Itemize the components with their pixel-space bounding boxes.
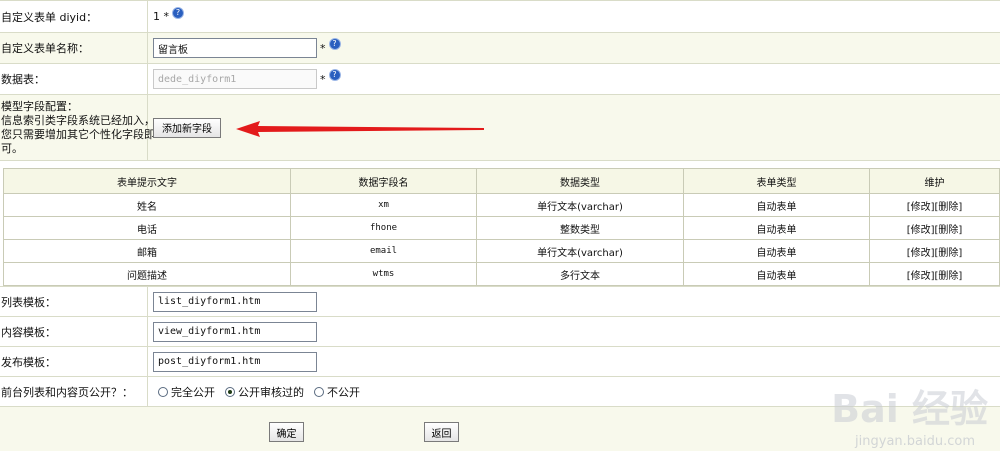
delete-link[interactable]: [删除] xyxy=(935,225,963,236)
delete-link[interactable]: [删除] xyxy=(935,271,963,282)
field-name-cell: fhone xyxy=(290,216,477,240)
list-template-value-wrap xyxy=(153,287,317,316)
watermark-url: jingyan.baidu.com xyxy=(855,434,975,449)
prompt-cell: 问题描述 xyxy=(3,262,291,286)
diyid-row: 自定义表单 diyid： 1 * ? xyxy=(0,0,1000,33)
required-mark: * xyxy=(320,72,326,86)
public-label: 前台列表和内容页公开？： xyxy=(0,377,148,406)
actions-cell: [修改][删除] xyxy=(869,239,1000,263)
radio-option-none[interactable]: 不公开 xyxy=(314,384,360,400)
table-row: 邮箱 email 单行文本(varchar) 自动表单 [修改][删除] xyxy=(3,239,1000,263)
radio-icon[interactable] xyxy=(158,386,168,397)
confirm-button[interactable]: 确定 xyxy=(269,422,304,442)
prompt-cell: 电话 xyxy=(3,216,291,240)
column-header: 表单类型 xyxy=(683,168,870,194)
radio-label: 不公开 xyxy=(327,385,360,399)
public-options: 完全公开 公开审核过的 不公开 xyxy=(158,377,370,406)
edit-link[interactable]: [修改] xyxy=(907,225,935,236)
prompt-cell: 邮箱 xyxy=(3,239,291,263)
radio-label: 完全公开 xyxy=(171,385,215,399)
view-template-label: 内容模板： xyxy=(0,317,148,346)
data-table-row: 数据表： * ? xyxy=(0,64,1000,95)
post-template-row: 发布模板： xyxy=(0,347,1000,377)
help-icon[interactable]: ? xyxy=(328,38,341,50)
column-header: 数据类型 xyxy=(476,168,684,194)
data-table-value-wrap: * ? xyxy=(153,64,341,94)
data-type-cell: 多行文本 xyxy=(476,262,684,286)
required-mark: * xyxy=(320,41,326,55)
data-type-cell: 整数类型 xyxy=(476,216,684,240)
radio-option-full[interactable]: 完全公开 xyxy=(158,384,215,400)
column-header: 表单提示文字 xyxy=(3,168,291,194)
form-type-cell: 自动表单 xyxy=(683,216,870,240)
data-table-input xyxy=(153,69,317,89)
diyid-value: 1 * xyxy=(153,10,169,23)
field-config-row: 模型字段配置： 信息索引类字段系统已经加入， 您只需要增加其它个性化字段即 可。… xyxy=(0,95,1000,161)
watermark-logo: Bai 经验 xyxy=(831,387,988,431)
field-name-cell: email xyxy=(290,239,477,263)
delete-link[interactable]: [删除] xyxy=(935,248,963,259)
diyid-value-wrap: 1 * ? xyxy=(153,1,184,32)
post-template-input[interactable] xyxy=(153,351,317,372)
post-template-value-wrap xyxy=(153,347,317,376)
help-icon[interactable]: ? xyxy=(172,6,184,19)
form-name-input[interactable] xyxy=(153,38,317,58)
radio-icon[interactable] xyxy=(314,386,324,397)
field-config-hint-3: 可。 xyxy=(1,141,23,155)
data-type-cell: 单行文本(varchar) xyxy=(476,239,684,263)
field-config-title: 模型字段配置： xyxy=(1,99,78,113)
back-button[interactable]: 返回 xyxy=(424,422,459,442)
actions-cell: [修改][删除] xyxy=(869,262,1000,286)
form-name-value-wrap: * ? xyxy=(153,33,341,63)
table-row: 姓名 xm 单行文本(varchar) 自动表单 [修改][删除] xyxy=(3,193,1000,217)
actions-cell: [修改][删除] xyxy=(869,216,1000,240)
field-name-cell: wtms xyxy=(290,262,477,286)
list-template-row: 列表模板： xyxy=(0,286,1000,317)
add-field-button[interactable]: 添加新字段 xyxy=(153,117,221,138)
field-config-value-wrap: 添加新字段 xyxy=(153,95,221,160)
field-name-cell: xm xyxy=(290,193,477,217)
view-template-value-wrap xyxy=(153,317,317,346)
table-row: 问题描述 wtms 多行文本 自动表单 [修改][删除] xyxy=(3,262,1000,286)
prompt-cell: 姓名 xyxy=(3,193,291,217)
list-template-input[interactable] xyxy=(153,291,317,312)
delete-link[interactable]: [删除] xyxy=(935,202,963,213)
field-config-label: 模型字段配置： 信息索引类字段系统已经加入， 您只需要增加其它个性化字段即 可。 xyxy=(0,95,155,160)
annotation-arrow-icon xyxy=(236,121,484,137)
radio-checked-icon[interactable] xyxy=(225,386,235,397)
view-template-input[interactable] xyxy=(153,321,317,342)
field-config-hint-1: 信息索引类字段系统已经加入， xyxy=(1,113,155,127)
fields-table-header: 表单提示文字 数据字段名 数据类型 表单类型 维护 xyxy=(3,168,1000,194)
diyid-label: 自定义表单 diyid： xyxy=(0,1,148,32)
field-config-hint-2: 您只需要增加其它个性化字段即 xyxy=(1,127,155,141)
form-type-cell: 自动表单 xyxy=(683,262,870,286)
column-header: 数据字段名 xyxy=(290,168,477,194)
form-type-cell: 自动表单 xyxy=(683,193,870,217)
fields-table: 表单提示文字 数据字段名 数据类型 表单类型 维护 姓名 xm 单行文本(var… xyxy=(3,168,1000,286)
post-template-label: 发布模板： xyxy=(0,347,148,376)
data-type-cell: 单行文本(varchar) xyxy=(476,193,684,217)
radio-label: 公开审核过的 xyxy=(238,385,304,399)
form-name-label: 自定义表单名称： xyxy=(0,33,148,63)
column-header: 维护 xyxy=(869,168,1000,194)
actions-cell: [修改][删除] xyxy=(869,193,1000,217)
view-template-row: 内容模板： xyxy=(0,317,1000,347)
edit-link[interactable]: [修改] xyxy=(907,248,935,259)
table-row: 电话 fhone 整数类型 自动表单 [修改][删除] xyxy=(3,216,1000,240)
edit-link[interactable]: [修改] xyxy=(907,271,935,282)
edit-link[interactable]: [修改] xyxy=(907,202,935,213)
form-type-cell: 自动表单 xyxy=(683,239,870,263)
help-icon[interactable]: ? xyxy=(328,69,341,81)
list-template-label: 列表模板： xyxy=(0,287,148,316)
radio-option-approved[interactable]: 公开审核过的 xyxy=(225,384,304,400)
form-name-row: 自定义表单名称： * ? xyxy=(0,33,1000,64)
data-table-label: 数据表： xyxy=(0,64,148,94)
